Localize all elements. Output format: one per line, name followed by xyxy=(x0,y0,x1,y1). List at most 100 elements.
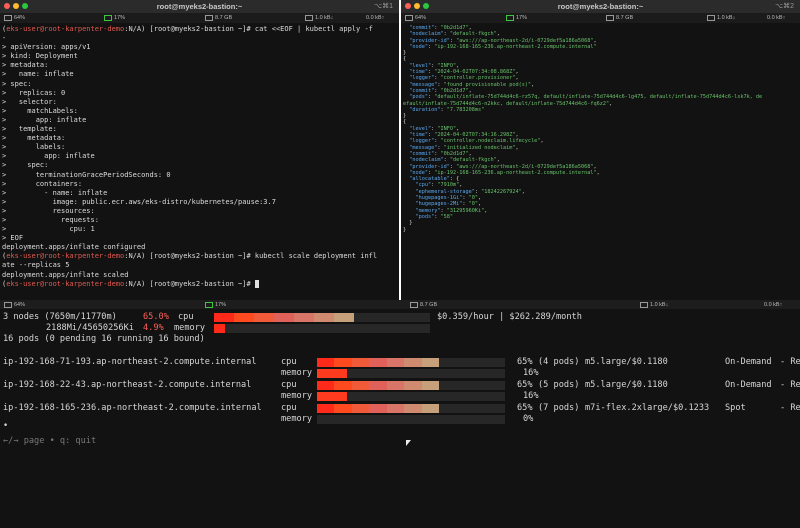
status-bar-top: 64% 17% 8.7 GB 1.0 kB↓ 0.0 kB↑ xyxy=(401,13,800,23)
summary-cpu-bar-fill-segment xyxy=(254,313,274,322)
node-cpu-bar-fill-segment xyxy=(369,381,387,390)
disk-stat: 8.7 GB xyxy=(606,15,633,21)
node-cpu-bar-fill-segment xyxy=(317,404,334,413)
network-icon xyxy=(305,15,313,21)
summary-memory-bar-fill xyxy=(214,324,225,333)
terminal-output[interactable]: (eks-user@root-karpenter-demo:N/A) [root… xyxy=(2,25,377,289)
summary-cpu-bar-fill-segment xyxy=(334,313,354,322)
window-controls xyxy=(4,3,28,9)
summary-cpu-bar-fill-segment xyxy=(234,313,254,322)
summary-pods: 16 pods (0 pending 16 running 16 bound) xyxy=(3,334,205,344)
node-cpu-bar-fill-segment xyxy=(317,358,334,367)
cpu-icon xyxy=(405,15,413,21)
node-name: ip-192-168-71-193.ap-northeast-2.compute… xyxy=(3,357,257,367)
network-icon xyxy=(707,15,715,21)
cpu-icon xyxy=(4,301,12,308)
summary-mem: 2188Mi/45650256Ki xyxy=(46,323,134,333)
right-terminal-window[interactable]: root@myeks2-bastion:~ ⌥⌘2 64% 17% 8.7 GB… xyxy=(401,0,800,301)
node-memory-bar-fill xyxy=(317,392,347,401)
summary-memory-bar xyxy=(214,324,430,333)
node-cpu-bar-fill-segment xyxy=(334,404,352,413)
node-pod-count: (5 pods) xyxy=(538,380,580,390)
close-button[interactable] xyxy=(4,3,10,9)
zoom-button[interactable] xyxy=(22,3,28,9)
node-memory-bar-fill xyxy=(317,369,347,378)
cpu-stat: 64% xyxy=(4,15,25,21)
terminal-line: - xyxy=(2,34,7,43)
window-title: root@myeks2-bastion:~ xyxy=(156,2,243,11)
summary-memory-bar-empty-track xyxy=(225,324,430,333)
node-cpu-bar-fill-segment xyxy=(369,404,387,413)
terminal-line: > metadata: xyxy=(2,134,66,143)
close-button[interactable] xyxy=(405,3,411,9)
terminal-line: > labels: xyxy=(2,143,66,152)
summary-price: $0.359/hour | $262.289/month xyxy=(437,312,582,322)
mouse-pointer-icon xyxy=(406,440,411,446)
terminal-line: > template: xyxy=(2,125,57,134)
terminal-line: > metadata: xyxy=(2,61,49,70)
window-title: root@myeks2-bastion:~ xyxy=(557,2,644,11)
node-cpu-bar-fill-segment xyxy=(387,404,404,413)
page-dot: • xyxy=(3,421,9,431)
terminal-line: deployment.apps/inflate configured xyxy=(2,243,146,252)
node-memory-bar-empty-track xyxy=(317,415,505,424)
node-cpu-bar-fill-segment xyxy=(422,381,439,390)
node-cpu-pct: 65% xyxy=(517,357,533,367)
disk-icon xyxy=(205,15,213,21)
summary-cpu-bar-fill-segment xyxy=(294,313,314,322)
zoom-button[interactable] xyxy=(423,3,429,9)
left-terminal-window[interactable]: root@myeks2-bastion:~ ⌥⌘1 64% 17% 8.7 GB… xyxy=(0,0,399,301)
node-status: - Re xyxy=(780,403,800,413)
minimize-button[interactable] xyxy=(414,3,420,9)
net-down-stat: 1.0 kB↓ xyxy=(640,301,668,308)
terminal-line: > spec: xyxy=(2,79,32,88)
terminal-line: > matchLabels: xyxy=(2,106,78,115)
node-memory-label: memory xyxy=(281,368,313,378)
eks-node-viewer[interactable]: 3 nodes (7650m/11770m) 65.0% cpu 2188Mi/… xyxy=(0,309,800,528)
shortcut-label: ⌥⌘2 xyxy=(775,3,794,10)
right-titlebar[interactable]: root@myeks2-bastion:~ ⌥⌘2 xyxy=(401,0,800,13)
summary-cpu-label: cpu xyxy=(178,312,194,322)
cpu-icon xyxy=(4,15,12,21)
karpenter-log-output[interactable]: "commit": "0b2d1d7", "nodeclaim": "defau… xyxy=(403,25,762,233)
node-memory-bar xyxy=(317,369,505,378)
terminal-line: (eks-user@root-karpenter-demo:N/A) [root… xyxy=(2,25,373,33)
window-controls xyxy=(405,3,429,9)
node-cpu-bar-empty-track xyxy=(439,381,505,390)
node-pod-count: (4 pods) xyxy=(538,357,580,367)
mem-stat: 17% xyxy=(205,301,226,308)
node-cpu-bar xyxy=(317,404,505,413)
node-name: ip-192-168-165-236.ap-northeast-2.comput… xyxy=(3,403,262,413)
terminal-line: (eks-user@root-karpenter-demo:N/A) [root… xyxy=(2,279,377,289)
node-cpu-bar-fill-segment xyxy=(352,358,369,367)
cpu-stat: 64% xyxy=(405,15,426,21)
node-instance-type: m5.large/$0.1180 xyxy=(585,357,668,367)
disk-icon xyxy=(606,15,614,21)
summary-cpu-bar-fill-segment xyxy=(314,313,334,322)
terminal-line: > spec: xyxy=(2,161,49,170)
node-memory-bar xyxy=(317,415,505,424)
node-cpu-bar-fill-segment xyxy=(317,381,334,390)
node-pod-count: (7 pods) xyxy=(538,403,580,413)
terminal-line: ate --replicas 5 xyxy=(2,261,70,270)
node-memory-bar-empty-track xyxy=(347,369,505,378)
node-cpu-bar-empty-track xyxy=(439,404,505,413)
cpu-stat: 64% xyxy=(4,301,25,308)
minimize-button[interactable] xyxy=(13,3,19,9)
summary-cpu-bar xyxy=(214,313,430,322)
node-memory-bar xyxy=(317,392,505,401)
node-name: ip-192-168-22-43.ap-northeast-2.compute.… xyxy=(3,380,252,390)
disk-stat: 8.7 GB xyxy=(410,301,437,308)
status-bar-bottom: 64% 17% 8.7 GB 1.0 kB↓ 0.0 kB↑ xyxy=(0,300,800,309)
node-memory-bar-empty-track xyxy=(347,392,505,401)
summary-cpu-bar-fill-segment xyxy=(274,313,294,322)
left-titlebar[interactable]: root@myeks2-bastion:~ ⌥⌘1 xyxy=(0,0,399,13)
summary-mem-label: memory xyxy=(174,323,206,333)
memory-icon xyxy=(104,15,112,21)
mem-stat: 17% xyxy=(104,15,125,21)
terminal-line: > cpu: 1 xyxy=(2,225,95,234)
node-memory-pct: 0% xyxy=(523,414,534,424)
terminal-line: > app: inflate xyxy=(2,152,95,161)
summary-cpu-pct: 65.0% xyxy=(143,312,169,322)
node-instance-type: m5.large/$0.1180 xyxy=(585,380,668,390)
